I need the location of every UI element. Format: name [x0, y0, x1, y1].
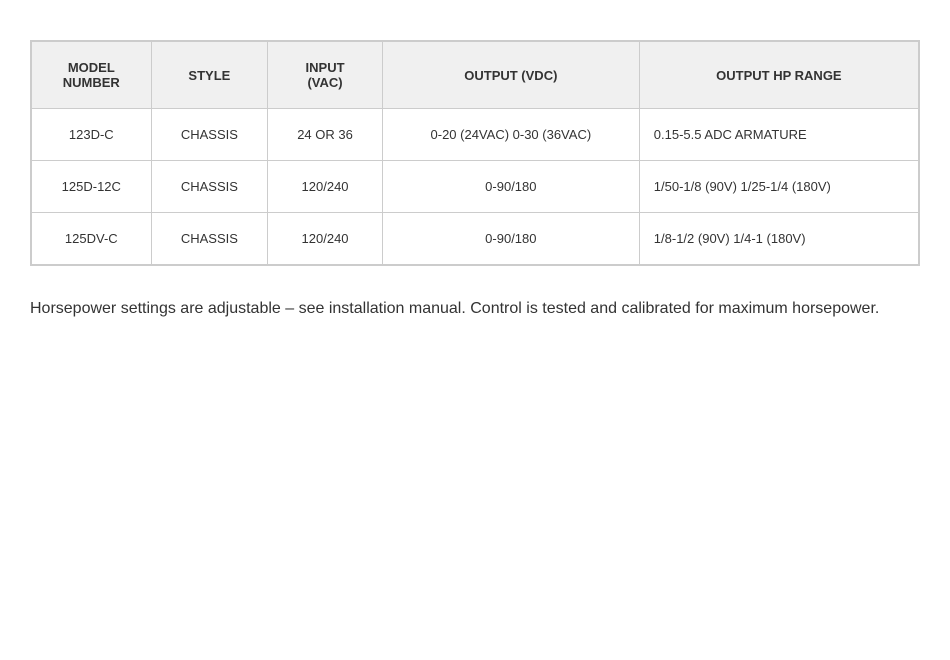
col-header-style: STYLE: [151, 42, 268, 109]
cell-output-vdc-1: 0-90/180: [382, 161, 639, 213]
cell-output-hp-0: 0.15-5.5 ADC ARMATURE: [639, 109, 918, 161]
cell-style-0: CHASSIS: [151, 109, 268, 161]
cell-output-hp-1: 1/50-1/8 (90V) 1/25-1/4 (180V): [639, 161, 918, 213]
table-header-row: MODELNUMBER STYLE INPUT(VAC) OUTPUT (VDC…: [32, 42, 919, 109]
table-row: 125D-12C CHASSIS 120/240 0-90/180 1/50-1…: [32, 161, 919, 213]
cell-output-vdc-0: 0-20 (24VAC) 0-30 (36VAC): [382, 109, 639, 161]
data-table-container: MODELNUMBER STYLE INPUT(VAC) OUTPUT (VDC…: [30, 40, 920, 266]
col-header-model: MODELNUMBER: [32, 42, 152, 109]
footer-text: Horsepower settings are adjustable – see…: [30, 296, 890, 322]
cell-model-1: 125D-12C: [32, 161, 152, 213]
table-row: 125DV-C CHASSIS 120/240 0-90/180 1/8-1/2…: [32, 213, 919, 265]
cell-style-1: CHASSIS: [151, 161, 268, 213]
cell-model-2: 125DV-C: [32, 213, 152, 265]
col-header-output-hp: OUTPUT HP RANGE: [639, 42, 918, 109]
col-header-output-vdc: OUTPUT (VDC): [382, 42, 639, 109]
cell-style-2: CHASSIS: [151, 213, 268, 265]
product-table: MODELNUMBER STYLE INPUT(VAC) OUTPUT (VDC…: [31, 41, 919, 265]
cell-input-2: 120/240: [268, 213, 383, 265]
col-header-input: INPUT(VAC): [268, 42, 383, 109]
cell-output-hp-2: 1/8-1/2 (90V) 1/4-1 (180V): [639, 213, 918, 265]
cell-input-1: 120/240: [268, 161, 383, 213]
cell-input-0: 24 OR 36: [268, 109, 383, 161]
main-container: MODELNUMBER STYLE INPUT(VAC) OUTPUT (VDC…: [30, 40, 920, 322]
cell-output-vdc-2: 0-90/180: [382, 213, 639, 265]
table-row: 123D-C CHASSIS 24 OR 36 0-20 (24VAC) 0-3…: [32, 109, 919, 161]
cell-model-0: 123D-C: [32, 109, 152, 161]
